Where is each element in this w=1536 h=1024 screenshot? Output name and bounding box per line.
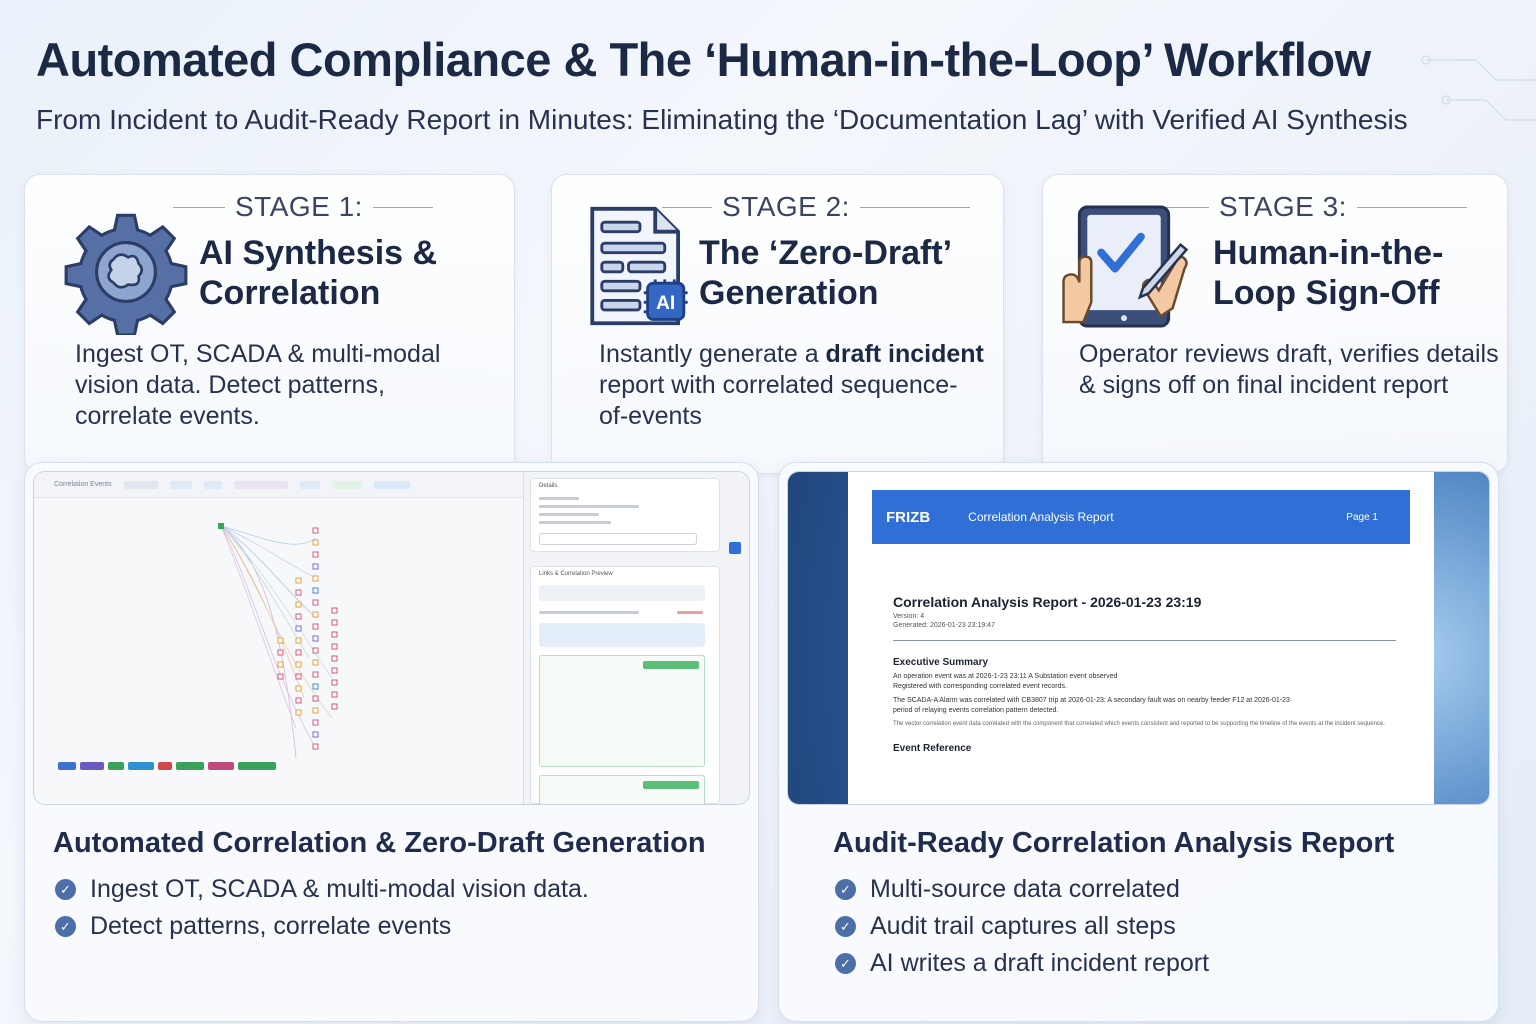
right-panel-title: Audit-Ready Correlation Analysis Report: [833, 827, 1395, 859]
preview-event-card[interactable]: [539, 655, 705, 767]
toolbar-chip[interactable]: [299, 480, 320, 489]
ai-badge: AI: [656, 293, 675, 314]
report-body: Correlation Analysis Report - 2026-01-23…: [893, 594, 1396, 758]
toolbar-chip[interactable]: [331, 480, 362, 489]
correlation-preview-title: Links & Correlation Preview: [539, 571, 613, 577]
legend-bar: [58, 760, 276, 772]
stage-2-title: The ‘Zero-Draft’ Generation: [699, 234, 953, 312]
exec-summary-heading: Executive Summary: [893, 657, 989, 668]
toolbar-chip[interactable]: [123, 480, 158, 489]
details-card: Details: [530, 478, 720, 552]
stage-2-description: Instantly generate a draft incident repo…: [599, 340, 984, 430]
left-panel-bullets: ✓ Ingest OT, SCADA & multi-modal vision d…: [55, 871, 589, 945]
correlation-app-screenshot: Correlation Events Details Links & Corre…: [33, 471, 750, 805]
stage-1-card: STAGE 1: AI Synthesis & Correlation Inge…: [24, 174, 515, 474]
toolbar-chip[interactable]: [373, 480, 410, 489]
event-reference-heading: Event Reference: [893, 743, 972, 754]
list-item: ✓ Multi-source data correlated: [835, 871, 1209, 908]
stage-2-label: STAGE 2:: [662, 191, 970, 223]
report-header-bar: FRIZB Correlation Analysis Report Page 1: [872, 490, 1410, 544]
correlation-preview-card: Links & Correlation Preview: [530, 566, 720, 804]
preview-info-box: [539, 623, 705, 647]
stage-1-label: STAGE 1:: [173, 191, 433, 223]
check-circle-icon: ✓: [55, 879, 76, 900]
tablet-signoff-icon: [1062, 205, 1189, 328]
app-toolbar: Correlation Events: [34, 472, 523, 498]
report-meta: Version: 4 Generated: 2026-01-23 23:19:4…: [893, 613, 995, 629]
list-item: ✓ AI writes a draft incident report: [835, 945, 1209, 982]
stage-1-title: AI Synthesis & Correlation: [199, 234, 438, 312]
stage-2-card: STAGE 2: AI The ‘Zero-Draft’ Generation …: [551, 174, 1004, 474]
left-panel-title: Automated Correlation & Zero-Draft Gener…: [53, 827, 706, 859]
toolbar-label: Correlation Events: [54, 481, 112, 488]
exec-summary-paragraph: The vector correlation event data correl…: [893, 721, 1385, 727]
check-circle-icon: ✓: [835, 953, 856, 974]
check-circle-icon: ✓: [835, 916, 856, 937]
exec-summary-paragraph: An operation event was at 2026-1-23 23:1…: [893, 673, 1118, 690]
report-logo: FRIZB: [886, 508, 931, 526]
ai-document-icon: AI: [590, 206, 688, 326]
list-item: ✓ Audit trail captures all steps: [835, 908, 1209, 945]
report-header-title: Correlation Analysis Report: [968, 510, 1114, 524]
report-title: Correlation Analysis Report - 2026-01-23…: [893, 594, 1202, 610]
toolbar-chip[interactable]: [169, 480, 192, 489]
details-title: Details: [539, 483, 558, 489]
report-page: FRIZB Correlation Analysis Report Page 1…: [848, 472, 1434, 804]
preview-event-card[interactable]: [539, 775, 705, 804]
stage-3-card: STAGE 3: Human-in-the- Loop Sign-Off Ope…: [1042, 174, 1508, 474]
report-page-number: Page 1: [1346, 511, 1378, 523]
list-item: ✓ Ingest OT, SCADA & multi-modal vision d…: [55, 871, 589, 908]
list-item: ✓ Detect patterns, correlate events: [55, 908, 589, 945]
stage-1-description: Ingest OT, SCADA & multi-modal vision da…: [75, 340, 441, 430]
stage-3-description: Operator reviews draft, verifies details…: [1079, 340, 1499, 399]
side-toggle-button[interactable]: [729, 542, 741, 554]
correlation-graph-view: Correlation Events: [34, 472, 524, 804]
report-screenshot: FRIZB Correlation Analysis Report Page 1…: [787, 471, 1490, 805]
correlation-graph: [218, 523, 338, 759]
right-panel: FRIZB Correlation Analysis Report Page 1…: [778, 462, 1499, 1022]
toolbar-chip[interactable]: [233, 480, 288, 489]
toolbar-chip[interactable]: [203, 480, 222, 489]
preview-search[interactable]: [539, 585, 705, 601]
gear-brain-icon: [64, 213, 188, 335]
left-panel: Correlation Events Details Links & Corre…: [24, 462, 759, 1022]
stage-3-label: STAGE 3:: [1153, 191, 1467, 223]
page-subtitle: From Incident to Audit-Ready Report in M…: [36, 104, 1408, 135]
check-circle-icon: ✓: [835, 879, 856, 900]
details-dropdown[interactable]: [539, 533, 697, 545]
right-panel-bullets: ✓ Multi-source data correlated ✓ Audit tra…: [835, 871, 1209, 982]
check-circle-icon: ✓: [55, 916, 76, 937]
stage-3-title: Human-in-the- Loop Sign-Off: [1213, 234, 1444, 312]
details-sidebar: Details Links & Correlation Preview: [530, 476, 720, 804]
page-header: Automated Compliance & The ‘Human-in-the…: [36, 30, 1516, 138]
exec-summary-paragraph: The SCADA-A Alarm was correlated with CB…: [893, 697, 1290, 714]
page-title: Automated Compliance & The ‘Human-in-the…: [36, 33, 1371, 86]
